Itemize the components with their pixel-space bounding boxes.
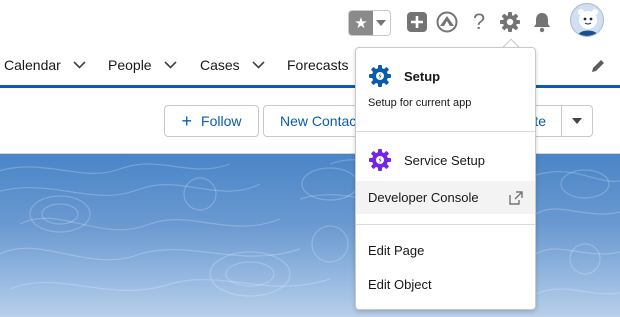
favorites-button-group: ★ xyxy=(348,10,391,36)
favorites-star-icon[interactable]: ★ xyxy=(349,11,373,35)
edit-nav-pencil-icon[interactable] xyxy=(590,58,606,74)
chevron-down-icon[interactable] xyxy=(73,60,86,69)
chevron-down-icon xyxy=(572,118,582,124)
follow-label: Follow xyxy=(201,113,242,129)
setup-menu-header[interactable]: Setup xyxy=(356,64,535,88)
nav-item-people[interactable]: People xyxy=(108,44,177,85)
nav-item-forecasts[interactable]: Forecasts xyxy=(287,44,348,85)
help-icon[interactable]: ? xyxy=(468,9,490,34)
nav-item-label: People xyxy=(108,56,152,73)
user-avatar[interactable] xyxy=(570,3,604,37)
service-setup-gear-icon xyxy=(369,149,391,171)
setup-gear-icon xyxy=(369,65,391,87)
setup-menu-title: Setup xyxy=(404,68,441,84)
global-header: ★ ? xyxy=(0,0,620,44)
nav-item-label: Forecasts xyxy=(287,56,349,73)
setup-menu: Setup Setup for current app Service Setu… xyxy=(355,47,536,310)
more-actions-button[interactable] xyxy=(561,105,593,137)
menu-divider xyxy=(356,131,535,132)
menu-item-label: Service Setup xyxy=(404,152,485,168)
menu-divider xyxy=(356,224,535,225)
setup-menu-subtitle: Setup for current app xyxy=(368,97,472,109)
nav-item-label: Calendar xyxy=(4,56,61,73)
nav-item-calendar[interactable]: Calendar xyxy=(4,44,86,85)
menu-item-developer-console[interactable]: Developer Console xyxy=(356,181,535,214)
menu-item-service-setup[interactable]: Service Setup xyxy=(356,148,535,172)
chevron-down-icon[interactable] xyxy=(164,60,177,69)
notifications-bell-icon[interactable] xyxy=(531,11,553,33)
menu-item-label: Edit Page xyxy=(368,242,425,258)
guidance-center-icon[interactable] xyxy=(436,11,458,33)
menu-item-edit-page[interactable]: Edit Page xyxy=(356,238,535,262)
favorites-caret-icon[interactable] xyxy=(373,11,390,35)
nav-item-cases[interactable]: Cases xyxy=(200,44,265,85)
menu-item-edit-object[interactable]: Edit Object xyxy=(356,272,535,296)
menu-item-label: Edit Object xyxy=(368,276,432,292)
external-link-icon xyxy=(509,191,523,205)
nav-item-label: Cases xyxy=(200,56,240,73)
plus-icon: + xyxy=(181,111,193,131)
global-actions-icon[interactable] xyxy=(406,11,428,33)
menu-item-label: Developer Console xyxy=(368,190,479,205)
action-button-label: te xyxy=(534,113,546,129)
follow-button[interactable]: + Follow xyxy=(164,105,259,137)
new-contact-button[interactable]: New Contact xyxy=(263,105,361,137)
new-contact-label: New Contact xyxy=(280,113,361,129)
chevron-down-icon[interactable] xyxy=(252,60,265,69)
setup-gear-icon[interactable] xyxy=(499,11,521,33)
